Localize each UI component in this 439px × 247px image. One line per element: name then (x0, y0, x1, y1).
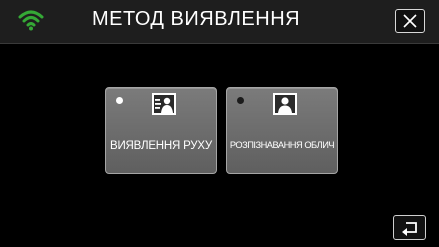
wifi-icon (18, 9, 44, 31)
page-title: МЕТОД ВИЯВЛЕННЯ (92, 8, 301, 30)
motion-detection-icon (151, 92, 177, 116)
return-icon (402, 222, 417, 236)
header-bar: МЕТОД ВИЯВЛЕННЯ (0, 0, 439, 44)
option-face-recognition[interactable]: РОЗПІЗНАВАННЯ ОБЛИЧ (226, 87, 338, 174)
face-recognition-icon (272, 92, 298, 116)
radio-unselected-indicator (237, 97, 244, 104)
option-motion-detection[interactable]: ВИЯВЛЕННЯ РУХУ (105, 87, 217, 174)
option-label: ВИЯВЛЕННЯ РУХУ (109, 140, 212, 152)
radio-selected-indicator (116, 97, 123, 104)
back-button[interactable] (393, 215, 426, 240)
option-label: РОЗПІЗНАВАННЯ ОБЛИЧ (229, 140, 335, 150)
close-icon (403, 14, 417, 28)
close-button[interactable] (395, 9, 425, 33)
